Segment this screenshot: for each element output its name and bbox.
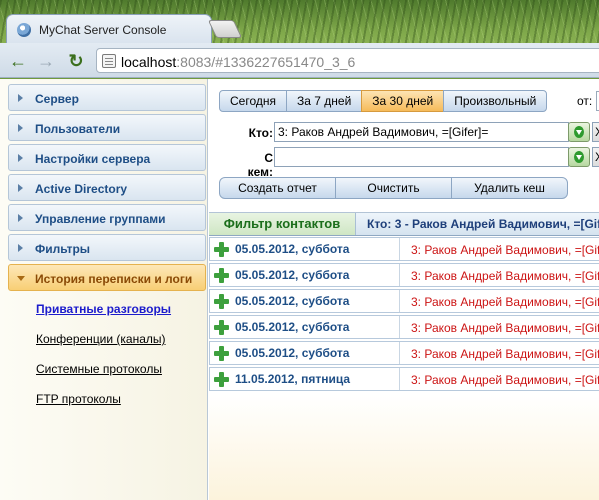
- create-report-button[interactable]: Создать отчет: [219, 177, 336, 199]
- with-clear-button[interactable]: X: [592, 147, 599, 167]
- result-row[interactable]: 05.05.2012, суббота 3: Раков Андрей Вади…: [209, 289, 599, 313]
- result-date: 05.05.2012, суббота: [235, 320, 350, 334]
- action-buttons: Создать отчет Очистить Удалить кеш: [219, 177, 568, 199]
- app-globe-icon: [17, 23, 31, 37]
- sidebar-item-label: Сервер: [35, 92, 79, 106]
- result-row[interactable]: 05.05.2012, суббота 3: Раков Андрей Вади…: [209, 237, 599, 261]
- filter-contacts-title[interactable]: Фильтр контактов: [209, 213, 356, 235]
- expand-plus-icon[interactable]: [214, 294, 229, 309]
- sublink-system-logs[interactable]: Системные протоколы: [36, 362, 162, 376]
- sublink-conferences[interactable]: Конференции (каналы): [36, 332, 166, 346]
- expand-plus-icon[interactable]: [214, 320, 229, 335]
- url-path: :8083/#1336227651470_3_6: [176, 54, 356, 70]
- result-participant: 3: Раков Андрей Вадимович, =[Gifer]=: [411, 295, 599, 309]
- period-today-button[interactable]: Сегодня: [219, 90, 287, 112]
- main-panel: Сегодня За 7 дней За 30 дней Произвольны…: [209, 79, 599, 500]
- browser-toolbar: ← → ↻ localhost:8083/#1336227651470_3_6: [0, 43, 599, 78]
- column-divider: [399, 368, 400, 390]
- url-host: localhost: [121, 54, 177, 70]
- result-participant: 3: Раков Андрей Вадимович, =[Gifer]=: [411, 373, 599, 387]
- result-participant: 3: Раков Андрей Вадимович, =[Gifer]=: [411, 347, 599, 361]
- sidebar-item-history[interactable]: История переписки и логи: [8, 264, 206, 291]
- sidebar-item-label: Настройки сервера: [35, 152, 151, 166]
- sidebar-item-server[interactable]: Сервер: [8, 84, 206, 111]
- sidebar-item-label: Управление группами: [35, 212, 166, 226]
- sidebar-item-label: История переписки и логи: [35, 272, 193, 286]
- expand-arrow-icon: [18, 154, 23, 162]
- expand-arrow-icon: [18, 124, 23, 132]
- who-combobox[interactable]: 3: Раков Андрей Вадимович, =[Gifer]=: [274, 122, 569, 142]
- who-label: Кто:: [248, 126, 273, 140]
- expand-arrow-icon: [18, 184, 23, 192]
- sidebar-item-active-directory[interactable]: Active Directory: [8, 174, 206, 201]
- result-participant: 3: Раков Андрей Вадимович, =[Gifer]=: [411, 269, 599, 283]
- with-label: С кем:: [247, 151, 273, 179]
- expand-plus-icon[interactable]: [214, 242, 229, 257]
- sidebar-item-users[interactable]: Пользователи: [8, 114, 206, 141]
- page: Сервер Пользователи Настройки сервера Ac…: [0, 79, 599, 500]
- result-participant: 3: Раков Андрей Вадимович, =[Gifer]=: [411, 243, 599, 257]
- expand-arrow-icon: [18, 244, 23, 252]
- result-participant: 3: Раков Андрей Вадимович, =[Gifer]=: [411, 321, 599, 335]
- expand-arrow-icon: [18, 214, 23, 222]
- column-divider: [399, 264, 400, 286]
- browser-tab[interactable]: MyChat Server Console: [6, 14, 212, 44]
- result-date: 05.05.2012, суббота: [235, 294, 350, 308]
- sidebar-item-label: Пользователи: [35, 122, 121, 136]
- sidebar-item-groups[interactable]: Управление группами: [8, 204, 206, 231]
- result-row[interactable]: 05.05.2012, суббота 3: Раков Андрей Вади…: [209, 341, 599, 365]
- expand-plus-icon[interactable]: [214, 346, 229, 361]
- result-date: 11.05.2012, пятница: [235, 372, 351, 386]
- column-divider: [399, 342, 400, 364]
- expand-plus-icon[interactable]: [214, 268, 229, 283]
- expand-arrow-icon: [18, 94, 23, 102]
- expand-plus-icon[interactable]: [214, 372, 229, 387]
- column-divider: [399, 238, 400, 260]
- tab-title: MyChat Server Console: [39, 23, 167, 37]
- from-date-label: от:: [577, 94, 593, 108]
- forward-arrow-icon[interactable]: →: [36, 51, 56, 71]
- period-30-days-button[interactable]: За 30 дней: [361, 90, 445, 112]
- result-date: 05.05.2012, суббота: [235, 346, 350, 360]
- result-row[interactable]: 05.05.2012, суббота 3: Раков Андрей Вади…: [209, 263, 599, 287]
- column-divider: [399, 316, 400, 338]
- who-clear-button[interactable]: X: [592, 122, 599, 142]
- sidebar-item-label: Фильтры: [35, 242, 91, 256]
- period-7-days-button[interactable]: За 7 дней: [286, 90, 363, 112]
- result-date: 05.05.2012, суббота: [235, 268, 350, 282]
- result-row[interactable]: 11.05.2012, пятница 3: Раков Андрей Вади…: [209, 367, 599, 391]
- reload-icon[interactable]: ↻: [66, 51, 86, 71]
- page-icon: [102, 54, 116, 68]
- sublink-private-chats[interactable]: Приватные разговоры: [36, 302, 171, 316]
- result-row[interactable]: 05.05.2012, суббота 3: Раков Андрей Вади…: [209, 315, 599, 339]
- with-dropdown-arrow-icon[interactable]: [568, 147, 590, 167]
- sidebar-item-server-settings[interactable]: Настройки сервера: [8, 144, 206, 171]
- filter-header: Фильтр контактов Кто: 3 - Раков Андрей В…: [209, 212, 599, 236]
- period-custom-button[interactable]: Произвольный: [443, 90, 548, 112]
- period-selector: Сегодня За 7 дней За 30 дней Произвольны…: [219, 90, 548, 112]
- clear-button[interactable]: Очистить: [335, 177, 452, 199]
- who-dropdown-arrow-icon[interactable]: [568, 122, 590, 142]
- with-combobox[interactable]: [274, 147, 569, 167]
- sidebar: Сервер Пользователи Настройки сервера Ac…: [0, 79, 208, 500]
- sidebar-item-filters[interactable]: Фильтры: [8, 234, 206, 261]
- filter-who-text: Кто: 3 - Раков Андрей Вадимович, =[Gifer…: [367, 217, 599, 231]
- back-arrow-icon[interactable]: ←: [8, 51, 28, 71]
- address-bar[interactable]: localhost:8083/#1336227651470_3_6: [96, 48, 599, 73]
- column-divider: [399, 290, 400, 312]
- collapse-arrow-icon: [17, 276, 25, 281]
- delete-cache-button[interactable]: Удалить кеш: [451, 177, 568, 199]
- new-tab-button[interactable]: [207, 20, 243, 38]
- sidebar-item-label: Active Directory: [35, 182, 128, 196]
- url-text: localhost:8083/#1336227651470_3_6: [121, 54, 355, 70]
- result-date: 05.05.2012, суббота: [235, 242, 350, 256]
- sublink-ftp-logs[interactable]: FTP протоколы: [36, 392, 121, 406]
